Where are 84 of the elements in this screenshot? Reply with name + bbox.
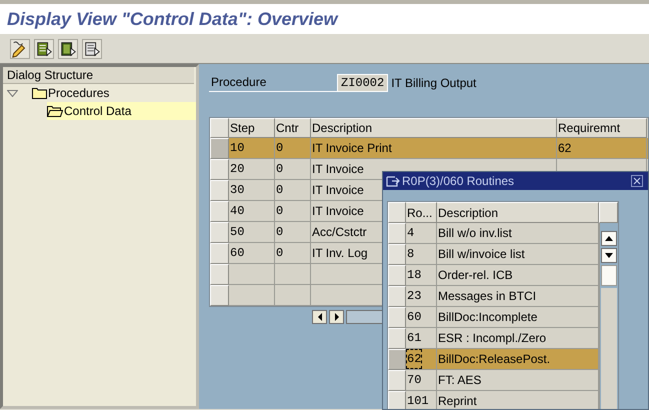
scroll-down-button[interactable] [601,248,617,263]
row-selector[interactable] [388,328,406,349]
row-selector[interactable] [210,243,229,264]
table-cell[interactable]: 62 [407,350,422,368]
select-all-button[interactable] [388,202,406,223]
tree-item[interactable]: Control Data [47,102,196,120]
table-cell: 0 [275,159,311,180]
close-icon [633,177,641,185]
table-cell: 0 [275,243,311,264]
table-cell: 10 [229,138,275,159]
table-cell[interactable]: 8 [407,245,414,263]
row-selector[interactable] [388,370,406,391]
column-settings-button[interactable] [599,202,618,223]
row-selector[interactable] [210,159,229,180]
table-cell-text: Order-rel. ICB [438,267,513,284]
pencil-icon[interactable] [10,38,30,58]
table-cell-text: Reprint [438,393,477,409]
row-selector[interactable] [388,307,406,328]
table-cell: 60 [229,243,275,264]
table-cell: 0 [275,201,311,222]
table-cell-text: BillDoc:ReleasePost. [438,351,550,368]
row-selector[interactable] [210,285,229,306]
row-selector[interactable] [388,286,406,307]
scrollbar-thumb[interactable] [601,265,617,286]
table-cell[interactable]: 4 [407,224,414,242]
table-cell[interactable]: 101 [407,392,429,409]
row-selector[interactable] [388,244,406,265]
row-selector[interactable] [210,201,229,222]
procedure-field[interactable]: ZI0002 [337,74,388,92]
right-arrow-icon [334,313,340,321]
row-selector[interactable] [388,391,406,409]
column-header[interactable]: Requiremnt [557,118,647,138]
left-arrow-icon [316,313,322,321]
column-header[interactable]: Description [311,118,557,138]
table-cell[interactable]: 23 [407,287,422,305]
tree-item-label: Control Data [64,103,132,120]
table-cell: 62 [557,138,647,159]
tree-item-label: Procedures [48,85,110,102]
table-cell-text: Bill w/o inv.list [438,225,512,242]
table-cell: 0 [275,222,311,243]
table-cell: 0 [275,180,311,201]
table-cell: 40 [229,201,275,222]
table-cell: 50 [229,222,275,243]
column-header[interactable]: Step [229,118,275,138]
table-cell: IT Invoice Print [311,138,557,159]
scroll-left-button[interactable] [312,310,327,324]
table-cell[interactable]: 70 [407,371,422,389]
expand-triangle-icon[interactable] [7,90,18,96]
table-cell-text: FT: AES [438,372,482,389]
table-cell-text: Messages in BTCI [438,288,536,305]
open-folder-icon [47,105,63,117]
table-cell[interactable]: 18 [407,266,422,284]
table-cell [229,264,275,285]
table-cell: 30 [229,180,275,201]
up-arrow-icon [605,236,613,241]
row-selector[interactable] [388,223,406,244]
row-selector[interactable] [210,180,229,201]
scroll-up-button[interactable] [601,231,617,246]
panel-header: Dialog Structure [3,67,194,84]
select-all-button[interactable] [210,118,229,138]
column-header[interactable]: Description [437,202,599,223]
procedure-description: IT Billing Output [391,75,476,92]
table-cell [229,285,275,306]
column-header[interactable]: Ro... [406,202,437,223]
table-cell-text: Bill w/invoice list [438,246,525,263]
row-selector[interactable] [210,222,229,243]
folder-icon [32,87,47,99]
tree-item[interactable]: Procedures [7,84,196,102]
table-cell[interactable]: 60 [407,308,422,326]
column-header[interactable]: Cntr [275,118,311,138]
table-cell: 0 [275,138,311,159]
table-cell-text: BillDoc:Incomplete [438,309,538,326]
row-selector[interactable] [210,138,229,159]
table-cell[interactable]: 61 [407,329,422,347]
close-button[interactable] [631,175,643,187]
row-selector[interactable] [388,265,406,286]
row-selector[interactable] [210,264,229,285]
table-cell: 20 [229,159,275,180]
window-title: Display View "Control Data": Overview [7,8,338,31]
down-arrow-icon [605,253,613,258]
row-selector[interactable] [388,349,406,370]
table-cell-text: ESR : Incompl./Zero [438,330,546,347]
window-icon [386,175,400,187]
scroll-right-button[interactable] [329,310,344,324]
